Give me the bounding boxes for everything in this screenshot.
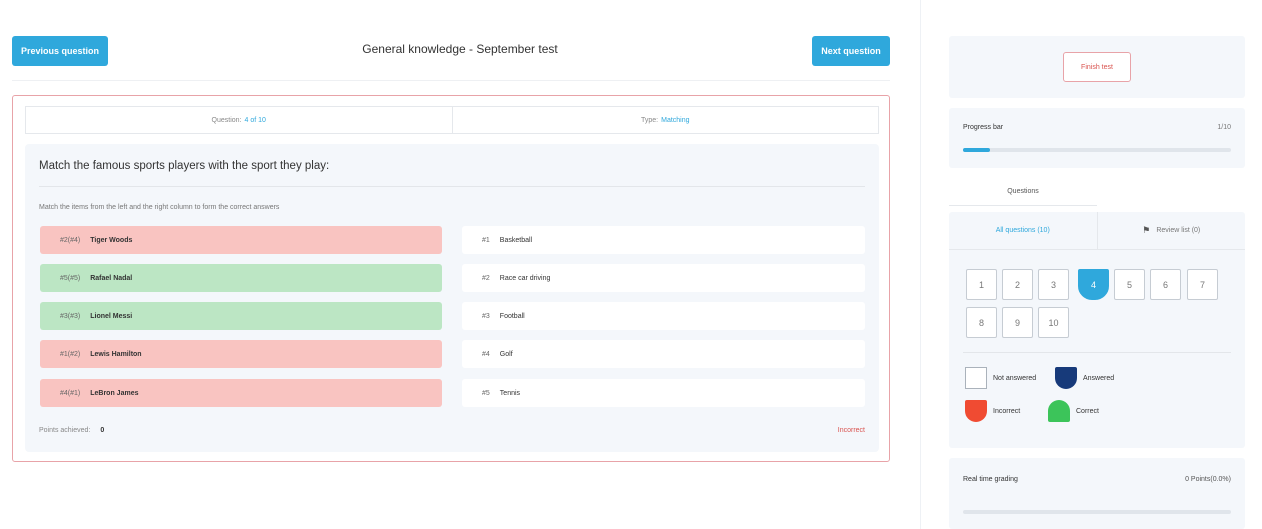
right-item-2[interactable]: #2 Race car driving xyxy=(462,264,865,292)
left-item-name: Lionel Messi xyxy=(90,312,133,320)
points-label: Points achieved: xyxy=(39,427,91,434)
right-item-number: #3 xyxy=(482,312,490,320)
question-panel: Match the famous sports players with the… xyxy=(25,144,879,452)
points-achieved: Points achieved: 0 xyxy=(39,427,104,434)
finish-card: Finish test xyxy=(949,36,1245,98)
right-item-label: Basketball xyxy=(499,236,533,244)
question-counter: Question: 4 of 10 xyxy=(26,107,453,133)
right-item-3[interactable]: #3 Football xyxy=(462,302,865,330)
question-type: Type: Matching xyxy=(453,107,879,133)
right-item-5[interactable]: #5 Tennis xyxy=(462,379,865,407)
question-divider xyxy=(39,186,865,187)
tab-review-list[interactable]: ⚑ Review list (0) xyxy=(1096,212,1246,249)
questions-card: All questions (10) ⚑ Review list (0) 1 2… xyxy=(949,212,1245,448)
progress-label: Progress bar xyxy=(963,124,1004,131)
right-item-number: #4 xyxy=(482,350,490,358)
progress-bar-fill xyxy=(963,148,990,152)
question-number-2[interactable]: 2 xyxy=(1002,269,1033,300)
legend-not-answered-label: Not answered xyxy=(993,374,1037,382)
question-text: Match the famous sports players with the… xyxy=(39,160,330,172)
correct-swatch xyxy=(1048,400,1070,422)
question-list-tabs: All questions (10) ⚑ Review list (0) xyxy=(949,212,1245,250)
main-area: Previous question General knowledge - Se… xyxy=(0,0,905,529)
answered-swatch xyxy=(1055,367,1077,389)
not-answered-swatch xyxy=(965,367,987,389)
right-item-1[interactable]: #1 Basketball xyxy=(462,226,865,254)
right-item-label: Tennis xyxy=(499,389,521,397)
question-type-value: Matching xyxy=(661,116,690,124)
question-type-label: Type: xyxy=(640,116,659,124)
legend-correct-label: Correct xyxy=(1076,407,1099,415)
left-item-2[interactable]: #5(#5) Rafael Nadal xyxy=(40,264,442,292)
tab-review-list-label: Review list (0) xyxy=(1156,227,1201,234)
quiz-box: Question: 4 of 10 Type: Matching Match t… xyxy=(12,95,890,462)
left-item-name: Rafael Nadal xyxy=(90,274,133,282)
question-counter-label: Question: xyxy=(211,116,242,124)
question-number-8[interactable]: 8 xyxy=(966,307,997,338)
test-title: General knowledge - September test xyxy=(362,42,558,56)
question-number-6[interactable]: 6 xyxy=(1150,269,1181,300)
right-item-number: #2 xyxy=(482,274,490,282)
question-number-7[interactable]: 7 xyxy=(1187,269,1218,300)
left-item-4[interactable]: #1(#2) Lewis Hamilton xyxy=(40,340,442,368)
legend-correct: Correct xyxy=(1048,400,1099,422)
question-number-3[interactable]: 3 xyxy=(1038,269,1069,300)
right-item-number: #5 xyxy=(482,389,490,397)
left-item-3[interactable]: #3(#3) Lionel Messi xyxy=(40,302,442,330)
left-item-code: #2(#4) xyxy=(60,236,81,244)
right-item-4[interactable]: #4 Golf xyxy=(462,340,865,368)
incorrect-swatch xyxy=(965,400,987,422)
grading-label: Real time grading xyxy=(963,476,1018,483)
left-item-name: Tiger Woods xyxy=(90,236,133,244)
left-item-code: #1(#2) xyxy=(60,350,81,358)
right-item-label: Race car driving xyxy=(499,274,551,282)
points-value: 0 xyxy=(100,427,105,434)
flag-icon: ⚑ xyxy=(1142,225,1151,235)
progress-bar xyxy=(963,148,1231,152)
next-question-button[interactable]: Next question xyxy=(812,36,890,66)
sidebar: Finish test Progress bar 1/10 Questions … xyxy=(920,0,1262,529)
progress-count: 1/10 xyxy=(1217,124,1231,131)
finish-test-button[interactable]: Finish test xyxy=(1063,52,1131,82)
left-item-name: LeBron James xyxy=(90,389,139,397)
legend-incorrect: Incorrect xyxy=(965,400,1020,422)
question-instruction: Match the items from the left and the ri… xyxy=(39,204,280,211)
right-item-number: #1 xyxy=(482,236,490,244)
tab-all-questions-label: All questions (10) xyxy=(995,227,1050,234)
legend-answered-label: Answered xyxy=(1083,374,1115,382)
legend-answered: Answered xyxy=(1055,367,1114,389)
legend-divider xyxy=(963,352,1231,353)
grading-value: 0 Points(0.0%) xyxy=(1185,476,1231,483)
question-info-bar: Question: 4 of 10 Type: Matching xyxy=(25,106,879,134)
legend-incorrect-label: Incorrect xyxy=(993,407,1021,415)
tab-questions[interactable]: Questions xyxy=(949,178,1097,206)
grading-bar xyxy=(963,510,1231,514)
left-item-code: #5(#5) xyxy=(60,274,81,282)
legend-not-answered: Not answered xyxy=(965,367,1036,389)
question-number-1[interactable]: 1 xyxy=(966,269,997,300)
left-item-code: #4(#1) xyxy=(60,389,81,397)
question-counter-value: 4 of 10 xyxy=(244,116,266,124)
tab-all-questions[interactable]: All questions (10) xyxy=(949,212,1097,249)
right-item-label: Golf xyxy=(499,350,513,358)
result-label: Incorrect xyxy=(837,427,865,434)
header-divider xyxy=(12,80,890,81)
question-number-4[interactable]: 4 xyxy=(1078,269,1109,300)
left-item-name: Lewis Hamilton xyxy=(90,350,142,358)
right-item-label: Football xyxy=(499,312,525,320)
question-number-9[interactable]: 9 xyxy=(1002,307,1033,338)
left-item-1[interactable]: #2(#4) Tiger Woods xyxy=(40,226,442,254)
progress-card: Progress bar 1/10 xyxy=(949,108,1245,168)
question-number-10[interactable]: 10 xyxy=(1038,307,1069,338)
grading-card: Real time grading 0 Points(0.0%) xyxy=(949,458,1245,529)
left-item-code: #3(#3) xyxy=(60,312,81,320)
previous-question-button[interactable]: Previous question xyxy=(12,36,108,66)
left-item-5[interactable]: #4(#1) LeBron James xyxy=(40,379,442,407)
question-number-5[interactable]: 5 xyxy=(1114,269,1145,300)
